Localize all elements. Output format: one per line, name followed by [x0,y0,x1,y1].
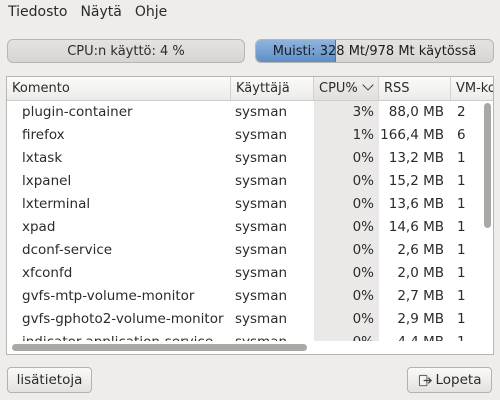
table-row[interactable]: plugin-container sysman 3% 88,0 MB 2 [7,101,493,124]
cell-user: sysman [235,219,288,235]
cell-rss: 2,6 MB [397,242,444,258]
cell-user: sysman [235,173,288,189]
memory-usage-bar: Muisti: 328 Mt/978 Mt käytössä [255,39,494,63]
cell-cpu: 0% [314,308,379,331]
cell-cpu: 0% [314,262,379,285]
cell-command: lxtask [22,150,63,166]
table-row[interactable]: dconf-service sysman 0% 2,6 MB 1 [7,239,493,262]
chevron-down-icon [362,79,374,91]
column-header-user[interactable]: Käyttäjä [231,77,314,100]
cell-command: firefox [22,127,65,143]
cell-rss: 14,6 MB [388,219,444,235]
logout-icon [418,374,432,386]
table-header: Komento Käyttäjä CPU% RSS VM-koko [7,77,493,101]
cell-cpu: 0% [314,170,379,193]
cell-command: xfconfd [22,265,73,281]
table-body: plugin-container sysman 3% 88,0 MB 2 firefox s… [7,101,493,354]
cell-rss: 15,2 MB [388,173,444,189]
cell-cpu: 1% [314,124,379,147]
cell-cpu: 3% [314,101,379,124]
cell-user: sysman [235,265,288,281]
cell-command: gvfs-mtp-volume-monitor [22,288,195,304]
cell-rss: 2,0 MB [397,265,444,281]
cell-rss: 13,2 MB [388,150,444,166]
table-row[interactable]: lxpanel sysman 0% 15,2 MB 1 [7,170,493,193]
menu-bar: Tiedosto Näytä Ohje [0,0,500,24]
cell-cpu: 0% [314,193,379,216]
column-header-cpu[interactable]: CPU% [314,77,379,100]
cell-user: sysman [235,311,288,327]
more-info-button-label: lisätietoja [16,372,83,388]
cell-rss: 13,6 MB [388,196,444,212]
menu-help[interactable]: Ohje [128,4,173,20]
cpu-usage-bar: CPU:n käyttö: 4 % [7,39,245,63]
cell-rss: 2,7 MB [397,288,444,304]
cell-cpu: 0% [314,239,379,262]
table-row[interactable]: lxterminal sysman 0% 13,6 MB 1 [7,193,493,216]
column-header-rss[interactable]: RSS [379,77,451,100]
cell-command: plugin-container [22,104,133,120]
cell-command: lxpanel [22,173,72,189]
vertical-scrollbar[interactable] [481,101,493,341]
cell-user: sysman [235,288,288,304]
cell-cpu: 0% [314,147,379,170]
more-info-button[interactable]: lisätietoja [7,367,92,393]
cpu-usage-label: CPU:n käyttö: 4 % [67,43,185,59]
cell-command: dconf-service [22,242,113,258]
horizontal-scrollbar-thumb[interactable] [12,344,307,351]
cell-command: xpad [22,219,56,235]
memory-usage-label: Muisti: 328 Mt/978 Mt käytössä [272,43,477,59]
quit-button-label: Lopeta [435,372,482,388]
cell-rss: 166,4 MB [380,127,444,143]
column-header-cpu-label: CPU% [319,81,358,96]
cell-command: lxterminal [22,196,91,212]
menu-view[interactable]: Näytä [73,4,127,20]
cell-user: sysman [235,127,288,143]
cell-cpu: 0% [314,285,379,308]
cell-user: sysman [235,242,288,258]
cell-user: sysman [235,196,288,212]
cell-user: sysman [235,150,288,166]
cell-user: sysman [235,104,288,120]
column-header-command[interactable]: Komento [7,77,231,100]
table-row[interactable]: gvfs-mtp-volume-monitor sysman 0% 2,7 MB 1 [7,285,493,308]
cell-rss: 88,0 MB [388,104,444,120]
process-table: Komento Käyttäjä CPU% RSS VM-koko plugin… [6,76,494,355]
table-row[interactable]: lxtask sysman 0% 13,2 MB 1 [7,147,493,170]
quit-button[interactable]: Lopeta [407,367,492,393]
column-header-vm[interactable]: VM-koko [451,77,493,100]
vertical-scrollbar-thumb[interactable] [484,103,491,228]
horizontal-scrollbar[interactable] [7,341,493,354]
table-row[interactable]: xfconfd sysman 0% 2,0 MB 1 [7,262,493,285]
table-row[interactable]: gvfs-gphoto2-volume-monitor sysman 0% 2,9 M… [7,308,493,331]
menu-file[interactable]: Tiedosto [0,4,73,20]
table-row[interactable]: xpad sysman 0% 14,6 MB 1 [7,216,493,239]
cell-rss: 2,9 MB [397,311,444,327]
cell-command: gvfs-gphoto2-volume-monitor [22,311,224,327]
cell-cpu: 0% [314,216,379,239]
table-row[interactable]: firefox sysman 1% 166,4 MB 6 [7,124,493,147]
